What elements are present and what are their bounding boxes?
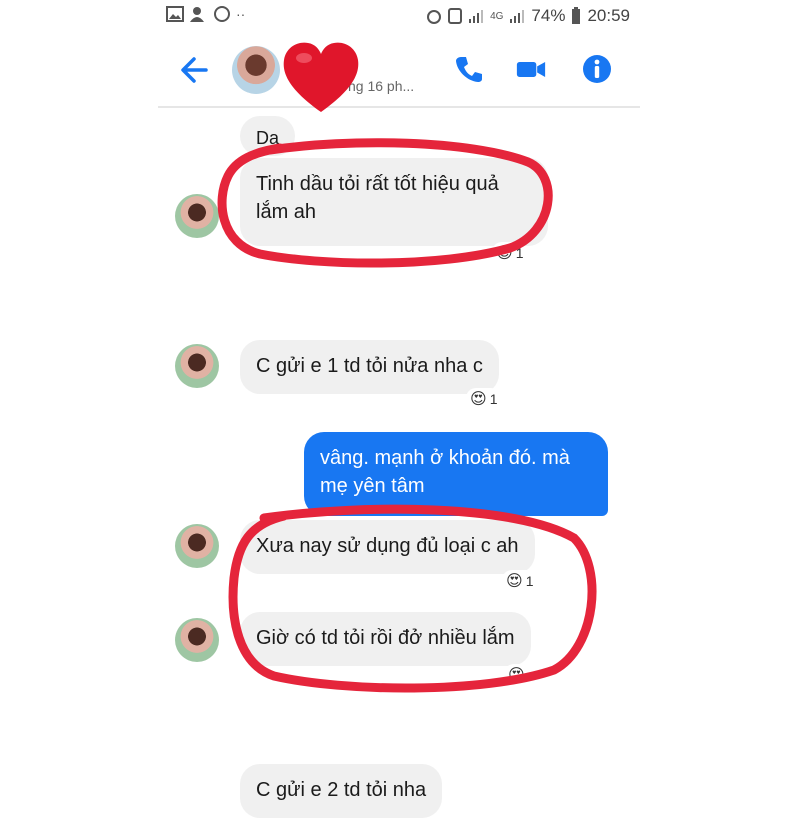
heart-eyes-emoji-icon: 😍 (508, 667, 525, 684)
sender-avatar[interactable] (175, 344, 219, 388)
status-bar: ·· 4G 74% 20:59 (158, 0, 640, 34)
reaction-count: 1 (489, 391, 498, 407)
heart-eyes-emoji-icon: 😍 (506, 573, 523, 590)
sim-icon (448, 8, 463, 24)
video-camera-icon[interactable] (516, 54, 546, 84)
sender-avatar[interactable] (175, 618, 219, 662)
sender-avatar[interactable] (175, 194, 219, 238)
reaction-badge[interactable]: 😍 1 (502, 570, 538, 592)
contact-avatar[interactable] (232, 46, 280, 94)
chat-header: ng 16 ph... (158, 34, 640, 112)
status-left-icons: ·· (166, 6, 245, 22)
heart-icon (283, 42, 359, 112)
reaction-badge[interactable]: 😍 (504, 664, 529, 686)
message-bubble-incoming[interactable]: Tinh dầu tỏi rất tốt hiệu quả lắm ah (240, 158, 548, 246)
reaction-badge[interactable]: 😍 1 (492, 242, 528, 264)
sender-avatar[interactable] (175, 524, 219, 568)
more-dots-icon: ·· (236, 6, 246, 22)
message-bubble-incoming[interactable]: Xưa nay sử dụng đủ loại c ah (240, 520, 535, 574)
message-bubble-incoming[interactable]: C gửi e 1 td tỏi nửa nha c (240, 340, 499, 394)
network-label: 4G (490, 10, 504, 22)
message-bubble-incoming[interactable]: Giờ có td tỏi rồi đở nhiều lắm (240, 612, 531, 666)
phone-icon[interactable] (454, 54, 484, 84)
reaction-count: 1 (525, 573, 534, 589)
signal-icon (469, 10, 484, 23)
signal-icon-2 (510, 10, 525, 23)
clock: 20:59 (587, 6, 630, 25)
heart-eyes-emoji-icon: 😍 (470, 391, 487, 408)
arrow-left-icon[interactable] (176, 52, 212, 88)
messenger-icon (214, 6, 230, 22)
status-right: 4G 74% 20:59 (426, 6, 630, 26)
reaction-badge[interactable]: 😍 1 (466, 388, 502, 410)
message-bubble-incoming[interactable]: C gửi e 2 td tỏi nha (240, 764, 443, 818)
message-bubble-incoming[interactable]: Da (240, 116, 296, 156)
contact-icon (190, 7, 204, 22)
heart-eyes-emoji-icon: 😍 (496, 245, 513, 262)
gallery-icon (166, 6, 184, 22)
battery-percent: 74% (531, 6, 566, 25)
alarm-icon (427, 10, 442, 24)
reaction-count: 1 (515, 245, 524, 261)
info-icon[interactable] (582, 54, 612, 84)
message-bubble-outgoing[interactable]: vâng. mạnh ở khoản đó. mà mẹ yên tâm (304, 432, 608, 516)
battery-icon (572, 7, 581, 24)
